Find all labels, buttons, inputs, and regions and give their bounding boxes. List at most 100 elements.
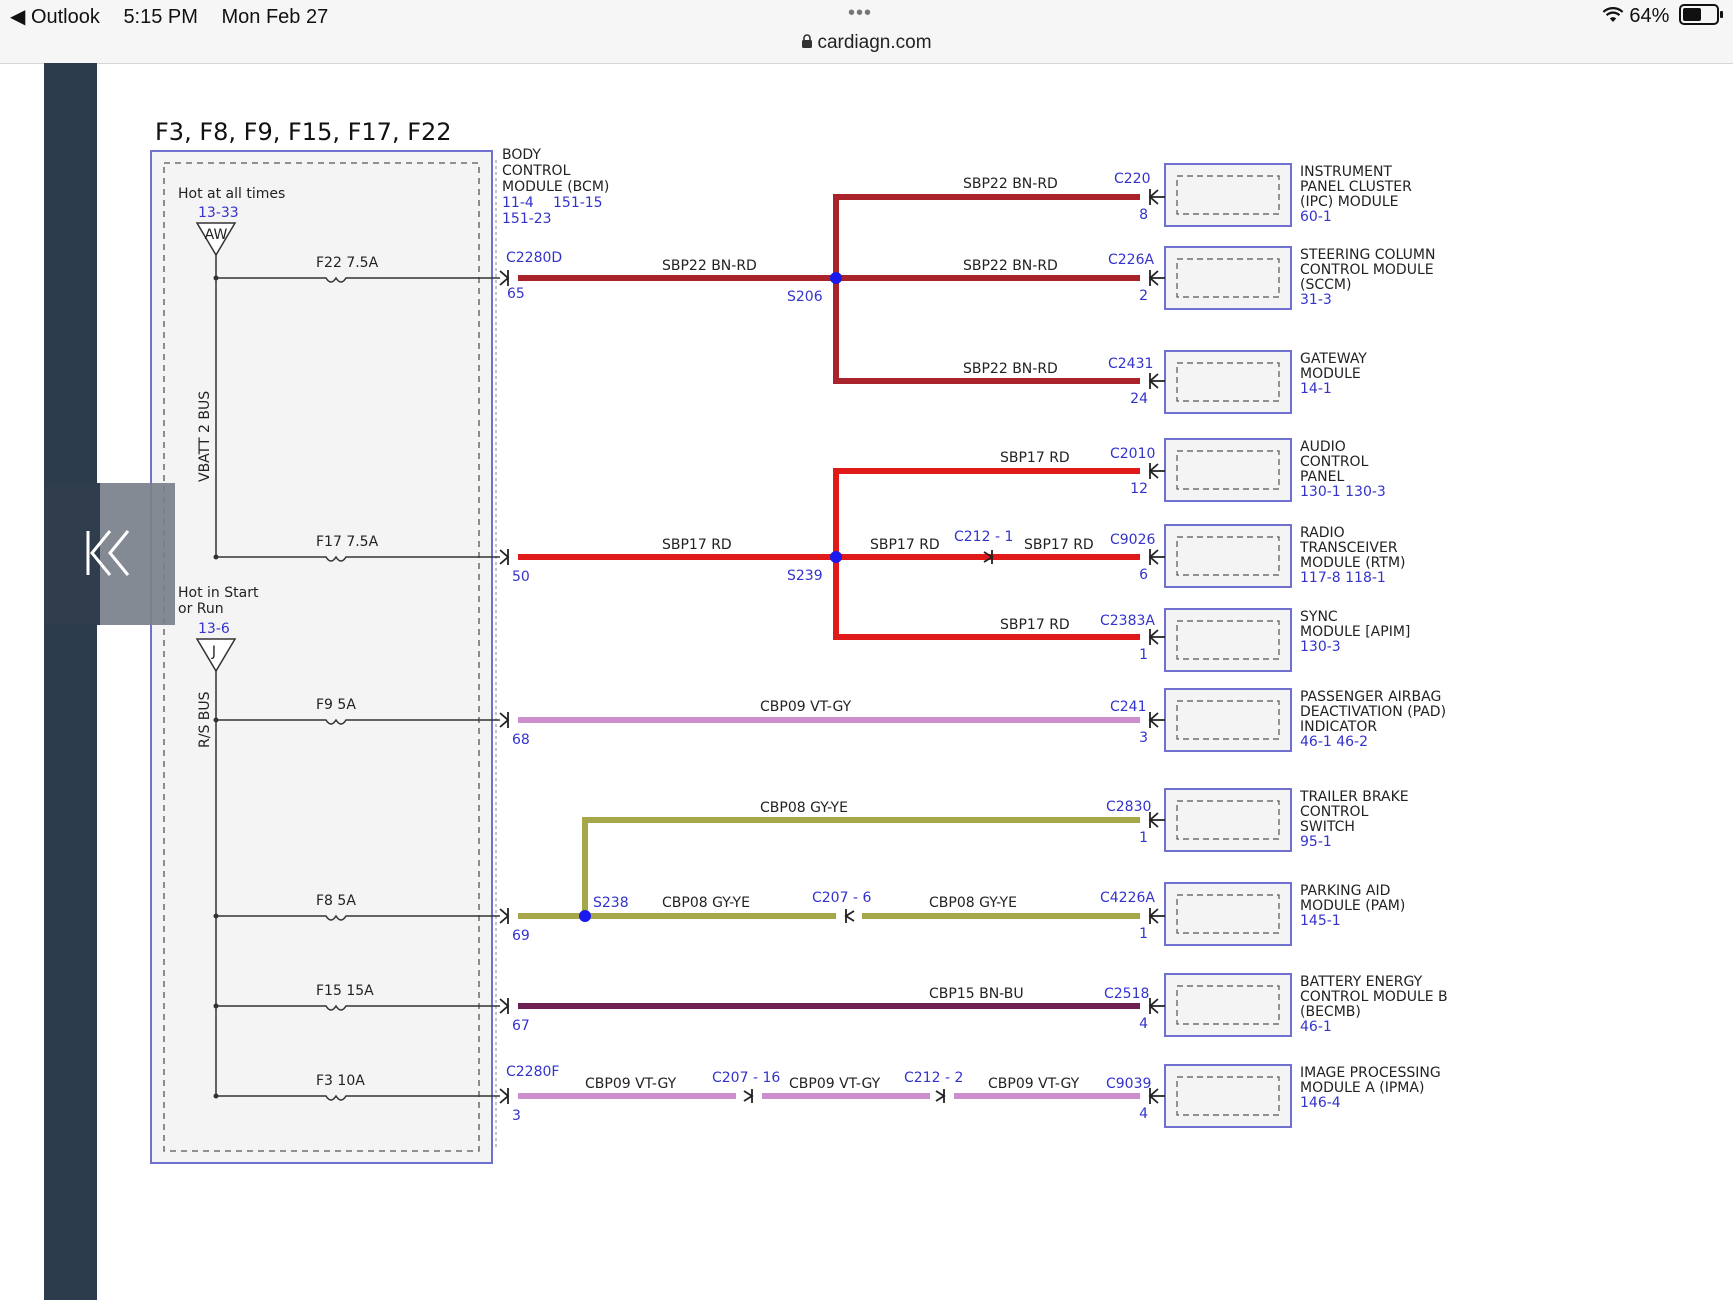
pin-69: 69 (512, 928, 530, 944)
wire-label-sbp17-2: SBP17 RD (1000, 450, 1070, 466)
module-name-sccm-1: STEERING COLUMN (1300, 247, 1435, 263)
module-ref-ipc[interactable]: 60-1 (1300, 209, 1332, 225)
inline-label-c207-6[interactable]: C207 - 6 (812, 890, 871, 906)
bcm-pin-arrow-icon (499, 712, 510, 728)
module-box-audio (1164, 438, 1292, 502)
wire-label-sbp17-3: SBP17 RD (870, 537, 940, 553)
module-name-pam-1: PARKING AID (1300, 883, 1390, 899)
module-name-becmb-1: BATTERY ENERGY (1300, 974, 1423, 990)
module-ref-becmb[interactable]: 46-1 (1300, 1019, 1332, 1035)
connector-sync[interactable]: C2383A (1100, 613, 1155, 629)
wire-label-cbp09-1: CBP09 VT-GY (760, 699, 852, 715)
status-bar: ◀ Outlook 5:15 PM Mon Feb 27 ••• cardiag… (0, 0, 1733, 64)
module-name-audio-3: PANEL (1300, 469, 1344, 485)
hot-run-ref[interactable]: 13-6 (198, 621, 230, 637)
rs-bus-label: R/S BUS (197, 691, 213, 748)
module-pin-arrow-icon (1148, 908, 1165, 924)
bus-junction-f3 (213, 1093, 219, 1099)
module-box-sccm (1164, 246, 1292, 310)
module-name-audio-2: CONTROL (1300, 454, 1369, 470)
module-ref-audio[interactable]: 130-1 130-3 (1300, 484, 1386, 500)
module-name-tbc-2: CONTROL (1300, 804, 1369, 820)
module-ref-tbc[interactable]: 95-1 (1300, 834, 1332, 850)
module-box-rtm (1164, 524, 1292, 588)
splice-label-s238[interactable]: S238 (593, 895, 629, 911)
bcm-pin-arrow-icon (499, 549, 510, 565)
connector-pam[interactable]: C4226A (1100, 890, 1155, 906)
fuse-label-f8: F8 5A (316, 893, 356, 909)
connector-ipma[interactable]: C9039 (1106, 1076, 1151, 1092)
pin-pad: 3 (1139, 730, 1148, 746)
inline-label-c207-16[interactable]: C207 - 16 (712, 1070, 780, 1086)
wire-label-sbp22-2: SBP22 BN-RD (963, 176, 1058, 192)
module-pin-arrow-icon (1148, 998, 1165, 1014)
vbatt-bus-label: VBATT 2 BUS (197, 391, 213, 482)
wire-label-cbp08-1: CBP08 GY-YE (760, 800, 848, 816)
bus-junction-f8 (213, 913, 219, 919)
inline-label-c212-1[interactable]: C212 - 1 (954, 529, 1013, 545)
wire-label-sbp17-4: SBP17 RD (1024, 537, 1094, 553)
diagram-title: F3, F8, F9, F15, F17, F22 (155, 118, 452, 146)
connector-c2280d[interactable]: C2280D (506, 250, 562, 266)
connector-tbc[interactable]: C2830 (1106, 799, 1151, 815)
connector-pad[interactable]: C241 (1110, 699, 1147, 715)
double-chevron-left-icon (86, 530, 130, 576)
connector-becmb[interactable]: C2518 (1104, 986, 1149, 1002)
module-ref-sccm[interactable]: 31-3 (1300, 292, 1332, 308)
connector-ipc[interactable]: C220 (1114, 171, 1151, 187)
pin-sccm: 2 (1139, 288, 1148, 304)
inline-connector-c212-2-icon (935, 1089, 946, 1103)
module-ref-sync[interactable]: 130-3 (1300, 639, 1341, 655)
wire-label-cbp09-4: CBP09 VT-GY (988, 1076, 1080, 1092)
module-ref-pam[interactable]: 145-1 (1300, 913, 1341, 929)
inline-connector-c207-16-icon (743, 1089, 754, 1103)
module-pin-arrow-icon (1148, 373, 1165, 389)
bcm-ref-1[interactable]: 11-4 (502, 195, 534, 211)
module-ref-gateway[interactable]: 14-1 (1300, 381, 1332, 397)
pin-ipc: 8 (1139, 207, 1148, 223)
pin-65: 65 (507, 286, 525, 302)
collapse-panel-tab[interactable] (44, 483, 175, 625)
module-name-becmb-2: CONTROL MODULE B (1300, 989, 1448, 1005)
connector-c2280f[interactable]: C2280F (506, 1064, 559, 1080)
splice-label-s206[interactable]: S206 (787, 289, 823, 305)
modules: C220 8 INSTRUMENTPANEL CLUSTER(IPC) MODULE… (1100, 163, 1448, 1128)
bcm-pin-arrow-icon (499, 998, 510, 1014)
bcm-pin-arrow-icon (499, 908, 510, 924)
bcm-name-2: CONTROL (502, 163, 571, 179)
bcm-ref-2[interactable]: 151-15 (553, 195, 603, 211)
pin-3: 3 (512, 1108, 521, 1124)
splice-s238 (579, 910, 591, 922)
multitask-dots-icon[interactable]: ••• (848, 2, 872, 25)
wire-label-cbp08-2: CBP08 GY-YE (662, 895, 750, 911)
connector-rtm[interactable]: C9026 (1110, 532, 1155, 548)
pin-audio: 12 (1130, 481, 1148, 497)
status-bar-right: 64% (1602, 4, 1723, 28)
module-ref-rtm[interactable]: 117-8 118-1 (1300, 570, 1386, 586)
bcm-ref-3[interactable]: 151-23 (502, 211, 552, 227)
wire-sbp17-sync (833, 557, 1140, 640)
module-box-pad (1164, 688, 1292, 752)
module-box-pam (1164, 882, 1292, 946)
connector-sccm[interactable]: C226A (1108, 252, 1154, 268)
inline-connector-c207-6-icon (844, 909, 855, 923)
connector-gateway[interactable]: C2431 (1108, 356, 1153, 372)
hot-run-label-1: Hot in Start (178, 585, 259, 601)
hot-all-times-ref[interactable]: 13-33 (198, 205, 239, 221)
module-pin-arrow-icon (1148, 712, 1165, 728)
module-pin-arrow-icon (1148, 812, 1165, 828)
wires (518, 194, 1140, 1103)
connector-audio[interactable]: C2010 (1110, 446, 1155, 462)
splice-label-s239[interactable]: S239 (787, 568, 823, 584)
address-bar[interactable]: cardiagn.com (0, 32, 1733, 54)
status-date: Mon Feb 27 (221, 6, 329, 28)
back-to-outlook-link[interactable]: ◀ Outlook (10, 6, 100, 28)
fuse-label-f3: F3 10A (316, 1073, 365, 1089)
inline-label-c212-2[interactable]: C212 - 2 (904, 1070, 963, 1086)
module-ref-ipma[interactable]: 146-4 (1300, 1095, 1341, 1111)
wire-label-cbp09-2: CBP09 VT-GY (585, 1076, 677, 1092)
module-name-sync-2: MODULE [APIM] (1300, 624, 1410, 640)
module-pin-arrow-icon (1148, 270, 1165, 286)
url-text: cardiagn.com (817, 32, 932, 53)
module-ref-pad[interactable]: 46-1 46-2 (1300, 734, 1368, 750)
